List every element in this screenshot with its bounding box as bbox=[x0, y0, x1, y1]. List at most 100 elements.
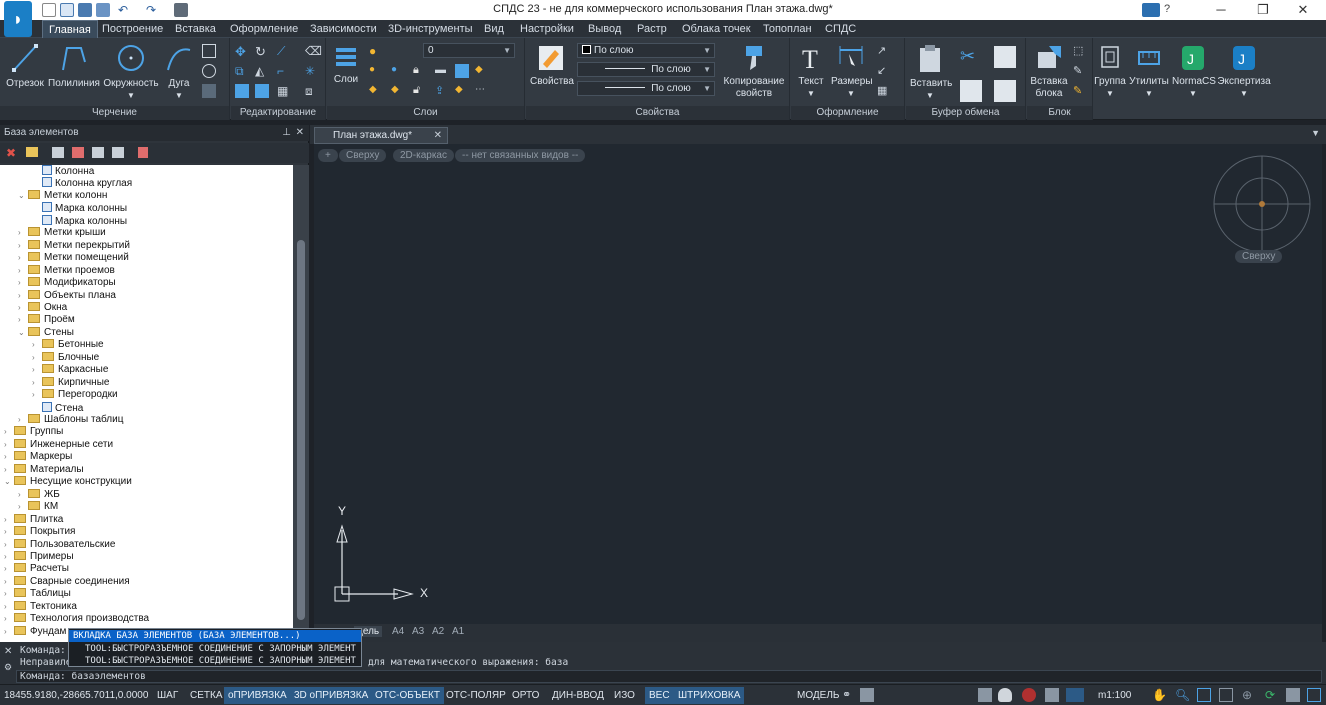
mleader-icon[interactable]: ↙ bbox=[877, 64, 891, 78]
scale-icon[interactable] bbox=[255, 84, 269, 98]
copy-base-icon[interactable] bbox=[960, 80, 982, 102]
viewport-menu-button[interactable]: + bbox=[318, 149, 338, 162]
circle-button[interactable]: Окружность ▼ bbox=[102, 42, 160, 102]
otrack-toggle[interactable]: ОТС-ОБЪЕКТ bbox=[371, 687, 444, 704]
visual-style-button[interactable]: 2D-каркас bbox=[393, 149, 454, 162]
polyline-button[interactable]: Полилиния bbox=[48, 42, 100, 90]
layer-dropdown[interactable]: 0 ▼ bbox=[423, 43, 515, 58]
tree-item[interactable]: › Блочные bbox=[32, 351, 99, 364]
tree-item[interactable]: › Примеры bbox=[4, 550, 74, 563]
iso-toggle[interactable]: ИЗО bbox=[610, 687, 639, 704]
tree-item[interactable]: › Пользовательские bbox=[4, 538, 115, 551]
isolate-icon[interactable] bbox=[1022, 688, 1036, 702]
copy-clip-icon[interactable] bbox=[994, 46, 1016, 68]
help-icon[interactable]: ? bbox=[1164, 3, 1178, 17]
bulb-icon[interactable] bbox=[998, 688, 1012, 702]
chevron-right-icon[interactable]: › bbox=[18, 489, 28, 501]
chevron-down-icon[interactable]: ⌄ bbox=[4, 476, 14, 488]
tree-item[interactable]: › Перегородки bbox=[32, 389, 118, 401]
cut-icon[interactable]: ✂ bbox=[960, 46, 980, 68]
fullscreen-icon[interactable] bbox=[1286, 688, 1300, 702]
arc-button[interactable]: Дуга ▼ bbox=[162, 42, 196, 102]
close-tab-icon[interactable]: ✕ bbox=[434, 128, 442, 143]
tab-a2[interactable]: A2 bbox=[432, 626, 444, 637]
layer-state-icon[interactable]: ◆ bbox=[455, 84, 469, 98]
minimize-button[interactable]: ─ bbox=[1206, 2, 1236, 18]
fillet-icon[interactable]: ⌐ bbox=[277, 64, 291, 78]
lineweight-dropdown[interactable]: По слою ▼ bbox=[577, 81, 715, 96]
workspace-status-icon[interactable] bbox=[1045, 688, 1059, 702]
tab-annotate[interactable]: Оформление bbox=[230, 23, 298, 35]
lineweight-toggle[interactable]: ВЕС bbox=[645, 687, 674, 704]
tree-item[interactable]: › Окна bbox=[18, 301, 67, 314]
layer-iso-icon[interactable]: ◆ bbox=[475, 64, 489, 78]
chevron-right-icon[interactable]: › bbox=[32, 389, 42, 401]
tab-home[interactable]: Главная bbox=[42, 20, 98, 38]
copy-icon[interactable]: ⧉ bbox=[235, 64, 249, 78]
chevron-right-icon[interactable]: › bbox=[4, 539, 14, 551]
tree-item[interactable]: › Метки перекрытий bbox=[18, 239, 130, 252]
document-tab[interactable]: План этажа.dwg* ✕ bbox=[314, 127, 448, 144]
edit-block-icon[interactable]: ✎ bbox=[1073, 64, 1087, 78]
layer-merge-icon[interactable]: ◆ bbox=[391, 84, 405, 98]
chevron-right-icon[interactable]: › bbox=[18, 240, 28, 252]
tree-item[interactable]: › Плитка bbox=[4, 513, 63, 526]
tree-item[interactable]: › КМ bbox=[18, 501, 58, 513]
dimensions-button[interactable]: Размеры ▼ bbox=[831, 44, 873, 100]
create-block-icon[interactable]: ⬚ bbox=[1073, 44, 1087, 58]
annotation-icon[interactable] bbox=[978, 688, 992, 702]
tab-a4[interactable]: A4 bbox=[392, 626, 404, 637]
linetype-dropdown[interactable]: По слою ▼ bbox=[577, 62, 715, 77]
viewcube[interactable] bbox=[1208, 150, 1318, 262]
restore-button[interactable]: ❐ bbox=[1248, 2, 1278, 18]
mirror-icon[interactable]: ◭ bbox=[255, 64, 269, 78]
layers-button[interactable]: Слои bbox=[331, 44, 361, 86]
tab-a1[interactable]: A1 bbox=[452, 626, 464, 637]
chevron-right-icon[interactable]: › bbox=[4, 526, 14, 538]
table-icon[interactable]: ▦ bbox=[877, 84, 891, 98]
layer-match-icon[interactable]: ▬ bbox=[435, 64, 449, 78]
hatch-icon[interactable] bbox=[202, 84, 216, 98]
orbit-icon[interactable]: ⊕ bbox=[1242, 688, 1256, 702]
zoom-prev-icon[interactable] bbox=[1219, 688, 1233, 702]
command-input[interactable]: Команда: базаэлементов bbox=[16, 670, 1322, 683]
hatch-toggle[interactable]: ШТРИХОВКА bbox=[674, 687, 745, 704]
tree-item[interactable]: › Метки проемов bbox=[18, 264, 115, 277]
layer-on-icon[interactable]: ● bbox=[369, 44, 383, 58]
tree-item[interactable]: Марка колонны bbox=[32, 214, 127, 227]
application-menu-button[interactable]: ◗ bbox=[4, 1, 32, 37]
viewports-icon[interactable] bbox=[1307, 688, 1321, 702]
tab-topo[interactable]: Топоплан bbox=[763, 23, 812, 35]
autocomplete-item[interactable]: TOOL:БЫСТРОРАЗЪЕМНОЕ СОЕДИНЕНИЕ С ЗАПОРН… bbox=[85, 643, 356, 655]
move-icon[interactable]: ✥ bbox=[235, 44, 249, 59]
chevron-right-icon[interactable]: › bbox=[18, 414, 28, 426]
explode-icon[interactable]: ✳ bbox=[305, 64, 319, 78]
layer-walk-icon[interactable]: ◆ bbox=[369, 84, 383, 98]
chevron-right-icon[interactable]: › bbox=[18, 314, 28, 326]
tab-raster[interactable]: Растр bbox=[637, 23, 667, 35]
close-palette-icon[interactable]: ✕ bbox=[296, 125, 304, 141]
chevron-right-icon[interactable]: › bbox=[4, 626, 14, 638]
tree-item[interactable]: › Модификаторы bbox=[18, 277, 116, 289]
tabs-menu-icon[interactable]: ▼ bbox=[1311, 128, 1320, 138]
chevron-right-icon[interactable]: › bbox=[4, 588, 14, 600]
rectangle-icon[interactable] bbox=[202, 44, 216, 58]
view-button[interactable]: Сверху bbox=[339, 149, 387, 162]
copy-link-icon[interactable] bbox=[994, 80, 1016, 102]
tree-item[interactable]: › Проём bbox=[18, 314, 75, 326]
layer-lock-icon[interactable]: 🔒︎ bbox=[413, 64, 427, 78]
stretch-icon[interactable] bbox=[235, 84, 249, 98]
expand-icon[interactable] bbox=[92, 147, 104, 158]
layer-unlock-icon[interactable]: 🔓︎ bbox=[413, 84, 427, 98]
named-views-button[interactable]: -- нет связанных видов -- bbox=[455, 149, 586, 162]
attribute-icon[interactable]: ✎ bbox=[1073, 84, 1087, 98]
autocomplete-item[interactable]: ВКЛАДКА БАЗА ЭЛЕМЕНТОВ (БАЗА ЭЛЕМЕНТОВ..… bbox=[69, 630, 361, 642]
tree-item[interactable]: › Технология производства bbox=[4, 613, 149, 625]
layer-vp-icon[interactable]: ● bbox=[391, 64, 405, 78]
refresh-icon[interactable]: ⟳ bbox=[1265, 688, 1279, 702]
link-icon[interactable]: ⚭ bbox=[842, 688, 856, 702]
rotate-icon[interactable]: ↻ bbox=[255, 44, 269, 59]
group-button[interactable]: Группа ▼ bbox=[1094, 44, 1126, 100]
dyn-input-toggle[interactable]: ДИН-ВВОД bbox=[548, 687, 608, 704]
viewcube-label[interactable]: Сверху bbox=[1235, 250, 1283, 263]
